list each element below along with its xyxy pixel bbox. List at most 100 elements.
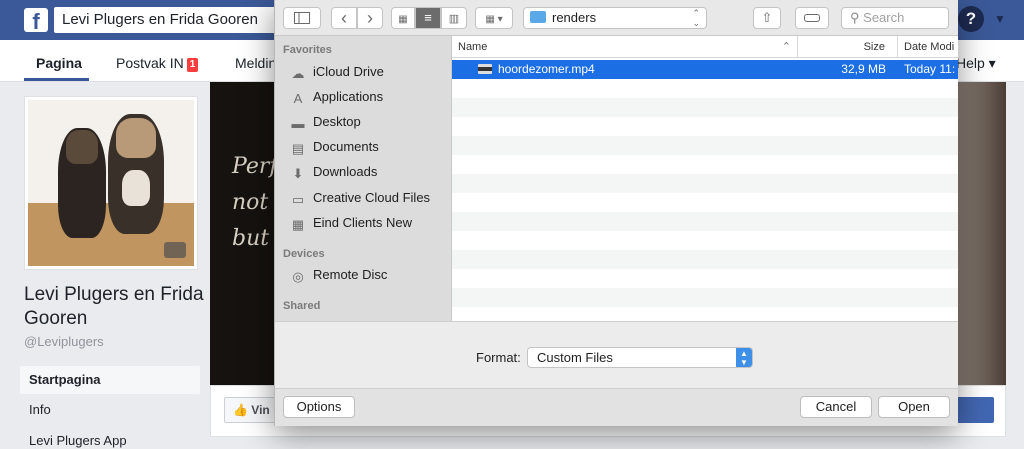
column-header-label: Name <box>458 41 488 53</box>
sidebar-item-startpagina[interactable]: Startpagina <box>20 366 200 394</box>
tags-button[interactable] <box>795 7 829 29</box>
sidebar-item-desktop[interactable]: ▬ Desktop <box>289 112 361 132</box>
tab-postvak-in[interactable]: Postvak IN 1 <box>116 55 199 72</box>
sidebar-item-label: Remote Disc <box>313 267 388 282</box>
primary-action-button[interactable] <box>956 397 994 423</box>
column-header-size[interactable]: Size <box>798 36 898 58</box>
open-button[interactable]: Open <box>878 396 950 418</box>
sidebar-item-downloads[interactable]: ⬇ Downloads <box>289 162 378 182</box>
facebook-logo[interactable]: f <box>24 8 48 32</box>
dogs-photo <box>28 100 194 266</box>
tab-label: Postvak IN <box>116 55 184 71</box>
downloads-icon: ⬇ <box>292 166 304 181</box>
sort-chevron-icon: ⌃ <box>781 41 791 53</box>
location-label: renders <box>552 10 597 25</box>
sidebar-item-label: Creative Cloud Files <box>313 190 431 205</box>
format-value: Custom Files <box>537 350 613 365</box>
search-placeholder: Search <box>863 10 905 25</box>
disc-icon: ◎ <box>292 269 304 284</box>
file-size: 32,9 MB <box>841 62 886 76</box>
sidebar-header-shared: Shared <box>283 300 321 312</box>
video-file-icon <box>478 64 492 74</box>
column-header-date[interactable]: Date Modi <box>898 36 958 58</box>
like-label: Vin <box>251 403 270 417</box>
page-title: Levi Plugers en Frida Gooren <box>24 284 204 329</box>
cover-photo-edge <box>956 82 1006 385</box>
list-icon: ≡ <box>424 10 432 25</box>
help-label: Help <box>956 55 985 71</box>
page-handle[interactable]: @Leviplugers <box>24 334 104 349</box>
location-popup[interactable]: renders ⌃ ⌄ <box>523 7 707 29</box>
search-input[interactable]: ⚲ Search <box>841 7 949 29</box>
sidebar-item-creative-cloud-files[interactable]: ▭ Creative Cloud Files <box>289 188 430 208</box>
sidebar-header-devices: Devices <box>283 248 325 260</box>
sidebar-item-label: Applications <box>313 89 384 104</box>
back-button[interactable]: ‹ <box>331 7 357 29</box>
column-view-button[interactable]: ▥ <box>441 7 467 29</box>
applications-icon: A <box>293 91 303 106</box>
sidebar-item-documents[interactable]: ▤ Documents <box>289 137 379 157</box>
chevron-updown-icon: ⌃ ⌄ <box>692 8 700 28</box>
folder-icon: ▭ <box>291 192 305 207</box>
empty-row <box>452 250 958 269</box>
tab-pagina[interactable]: Pagina <box>36 55 82 71</box>
tag-icon <box>804 14 820 22</box>
options-button[interactable]: Options <box>283 396 355 418</box>
cancel-button[interactable]: Cancel <box>800 396 872 418</box>
sidebar-item-icloud-drive[interactable]: ☁ iCloud Drive <box>289 62 384 82</box>
empty-row <box>452 288 958 307</box>
documents-icon: ▤ <box>291 141 305 156</box>
empty-row <box>452 193 958 212</box>
chevron-left-icon: ‹ <box>341 8 347 28</box>
tab-label: Pagina <box>36 55 82 71</box>
empty-row <box>452 136 958 155</box>
format-select[interactable]: Custom Files ▲ ▼ <box>527 347 753 368</box>
dialog-toolbar: ‹ › ▦ ≡ ▥ ▦ ▾ renders ⌃ ⌄ ⇧ ⚲ Search <box>275 0 958 36</box>
share-button[interactable]: ⇧ <box>753 7 781 29</box>
sidebar-item-label: Desktop <box>313 114 361 129</box>
profile-picture[interactable] <box>24 96 198 270</box>
sidebar-item-label: Downloads <box>313 164 378 179</box>
file-name: hoordezomer.mp4 <box>498 62 595 76</box>
sidebar-item-remote-disc[interactable]: ◎ Remote Disc <box>289 265 387 285</box>
empty-row <box>452 307 958 321</box>
forward-button[interactable]: › <box>357 7 383 29</box>
empty-row <box>452 212 958 231</box>
camera-icon[interactable] <box>164 242 186 258</box>
icon-view-button[interactable]: ▦ <box>391 7 415 29</box>
chevron-down-icon[interactable]: ▼ <box>994 12 1006 26</box>
open-file-dialog: ‹ › ▦ ≡ ▥ ▦ ▾ renders ⌃ ⌄ ⇧ ⚲ Search Favo… <box>274 0 958 426</box>
help-menu[interactable]: Help ▾ <box>956 55 996 72</box>
arrange-icon: ▦ ▾ <box>485 14 503 25</box>
sidebar-item-app[interactable]: Levi Plugers App <box>20 427 200 449</box>
empty-row <box>452 231 958 250</box>
arrange-menu-button[interactable]: ▦ ▾ <box>475 7 513 29</box>
list-view-button[interactable]: ≡ <box>415 7 441 29</box>
cover-text-line: Perf <box>232 154 278 179</box>
active-tab-indicator <box>24 78 89 81</box>
sidebar-header-favorites: Favorites <box>283 44 332 56</box>
table-row[interactable]: hoordezomer.mp4 32,9 MB Today 11: <box>452 60 958 79</box>
sidebar-toggle-button[interactable] <box>283 7 321 29</box>
file-date: Today 11: <box>904 62 956 76</box>
cloud-icon: ☁ <box>291 66 305 81</box>
help-icon[interactable]: ? <box>958 6 984 32</box>
like-button[interactable]: 👍 Vin <box>224 397 280 423</box>
column-header-name[interactable]: Name ⌃ <box>452 36 798 58</box>
sidebar-item-label: Eind Clients New <box>313 215 412 230</box>
tab-meldingen[interactable]: Meldin <box>235 55 276 71</box>
finder-sidebar: Favorites ☁ iCloud Drive A Applications ▬ D… <box>275 36 452 321</box>
tab-label: Meldin <box>235 55 277 71</box>
desktop-icon: ▬ <box>291 116 305 131</box>
facebook-search-input[interactable]: Levi Plugers en Frida Gooren <box>54 7 284 33</box>
folder-icon <box>530 11 546 23</box>
empty-row <box>452 155 958 174</box>
chevron-right-icon: › <box>367 8 373 28</box>
empty-row <box>452 174 958 193</box>
empty-row <box>452 79 958 98</box>
sidebar-item-applications[interactable]: A Applications <box>289 87 383 107</box>
sidebar-item-eind-clients-new[interactable]: ▦ Eind Clients New <box>289 213 412 233</box>
sidebar-item-label: Documents <box>313 139 379 154</box>
notification-badge: 1 <box>186 58 199 72</box>
sidebar-item-info[interactable]: Info <box>20 396 200 424</box>
